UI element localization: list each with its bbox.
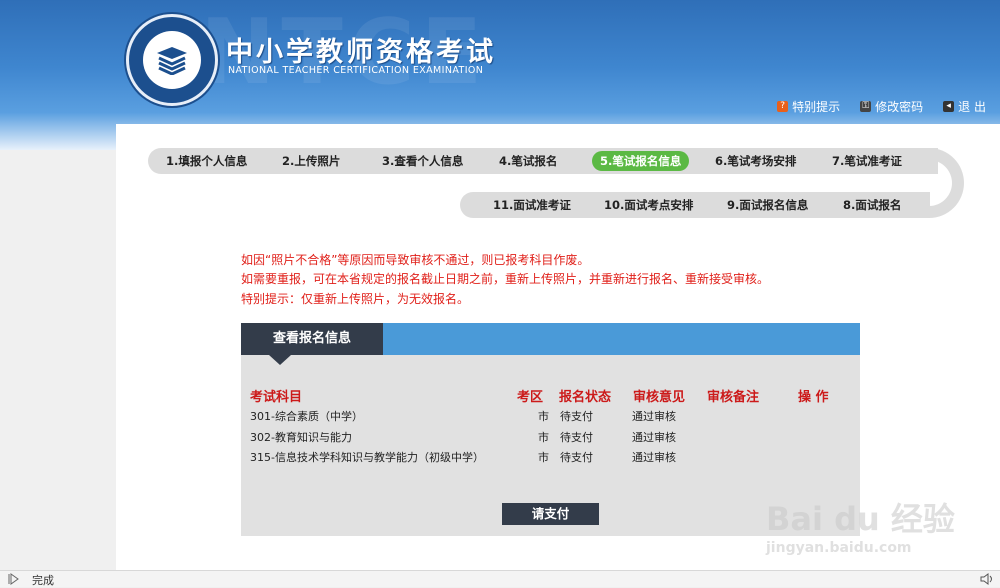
logout-label: 退 出 [958, 100, 986, 114]
browser-status-bar: 完成 [0, 570, 1000, 587]
help-icon: ? [777, 101, 789, 112]
step-4[interactable]: 4.笔试报名 [499, 151, 557, 171]
site-title: 中小学教师资格考试 [226, 37, 496, 68]
book-icon [157, 47, 187, 75]
row-area: 市 [538, 410, 549, 423]
step-8[interactable]: 8.面试报名 [843, 195, 901, 215]
notice-line-2: 如需要重报，可在本省规定的报名截止日期之前，重新上传照片，并重新进行报名、重新接… [241, 272, 770, 286]
notice-line-1: 如因“照片不合格”等原因而导致审核不通过，则已报考科目作废。 [241, 253, 590, 267]
step-10[interactable]: 10.面试考点安排 [604, 195, 693, 215]
row-status: 待支付 [560, 431, 593, 444]
logout-link[interactable]: ◂ 退 出 [943, 98, 986, 115]
step-2[interactable]: 2.上传照片 [282, 151, 340, 171]
col-header-note: 审核备注 [707, 390, 760, 405]
row-subject: 301-综合素质（中学） [250, 410, 363, 423]
step-11[interactable]: 11.面试准考证 [493, 195, 571, 215]
step-7[interactable]: 7.笔试准考证 [832, 151, 902, 171]
row-area: 市 [538, 431, 549, 444]
col-header-review: 审核意见 [633, 390, 686, 405]
top-links: ? 特别提示 ⚿ 修改密码 ◂ 退 出 [777, 98, 986, 115]
step-6[interactable]: 6.笔试考场安排 [715, 151, 796, 171]
col-header-area: 考区 [517, 390, 544, 405]
step-5-active[interactable]: 5.笔试报名信息 [592, 151, 690, 171]
ntce-logo [126, 14, 218, 106]
key-icon: ⚿ [860, 101, 872, 112]
notice-line-3: 特别提示：仅重新上传照片，为无效报名。 [241, 292, 470, 306]
row-review: 通过审核 [632, 431, 676, 444]
col-header-action: 操 作 [798, 390, 829, 405]
pay-button[interactable]: 请支付 [502, 503, 599, 525]
watermark-url: jingyan.baidu.com [766, 540, 912, 556]
row-status: 待支付 [560, 410, 593, 423]
step-3[interactable]: 3.查看个人信息 [382, 151, 463, 171]
site-subtitle: NATIONAL TEACHER CERTIFICATION EXAMINATI… [228, 65, 484, 76]
step-9[interactable]: 9.面试报名信息 [727, 195, 808, 215]
col-header-status: 报名状态 [559, 390, 612, 405]
row-status: 待支付 [560, 451, 593, 464]
col-header-subject: 考试科目 [250, 390, 303, 405]
speaker-icon[interactable] [980, 573, 994, 585]
page-status-icon [8, 573, 19, 585]
row-review: 通过审核 [632, 410, 676, 423]
special-notice-label: 特别提示 [792, 100, 841, 114]
panel-tab-pointer [269, 355, 291, 365]
row-subject: 315-信息技术学科知识与教学能力（初级中学） [250, 451, 484, 464]
row-review: 通过审核 [632, 451, 676, 464]
special-notice-link[interactable]: ? 特别提示 [777, 98, 840, 115]
baidu-watermark: Bai du 经验 jingyan.baidu.com [762, 476, 992, 566]
watermark-brand: Bai du 经验 [766, 500, 955, 538]
change-password-label: 修改密码 [875, 100, 924, 114]
logout-icon: ◂ [943, 101, 955, 112]
row-subject: 302-教育知识与能力 [250, 431, 352, 444]
row-area: 市 [538, 451, 549, 464]
change-password-link[interactable]: ⚿ 修改密码 [860, 98, 923, 115]
step-1[interactable]: 1.填报个人信息 [166, 151, 247, 171]
panel-title: 查看报名信息 [241, 323, 383, 355]
